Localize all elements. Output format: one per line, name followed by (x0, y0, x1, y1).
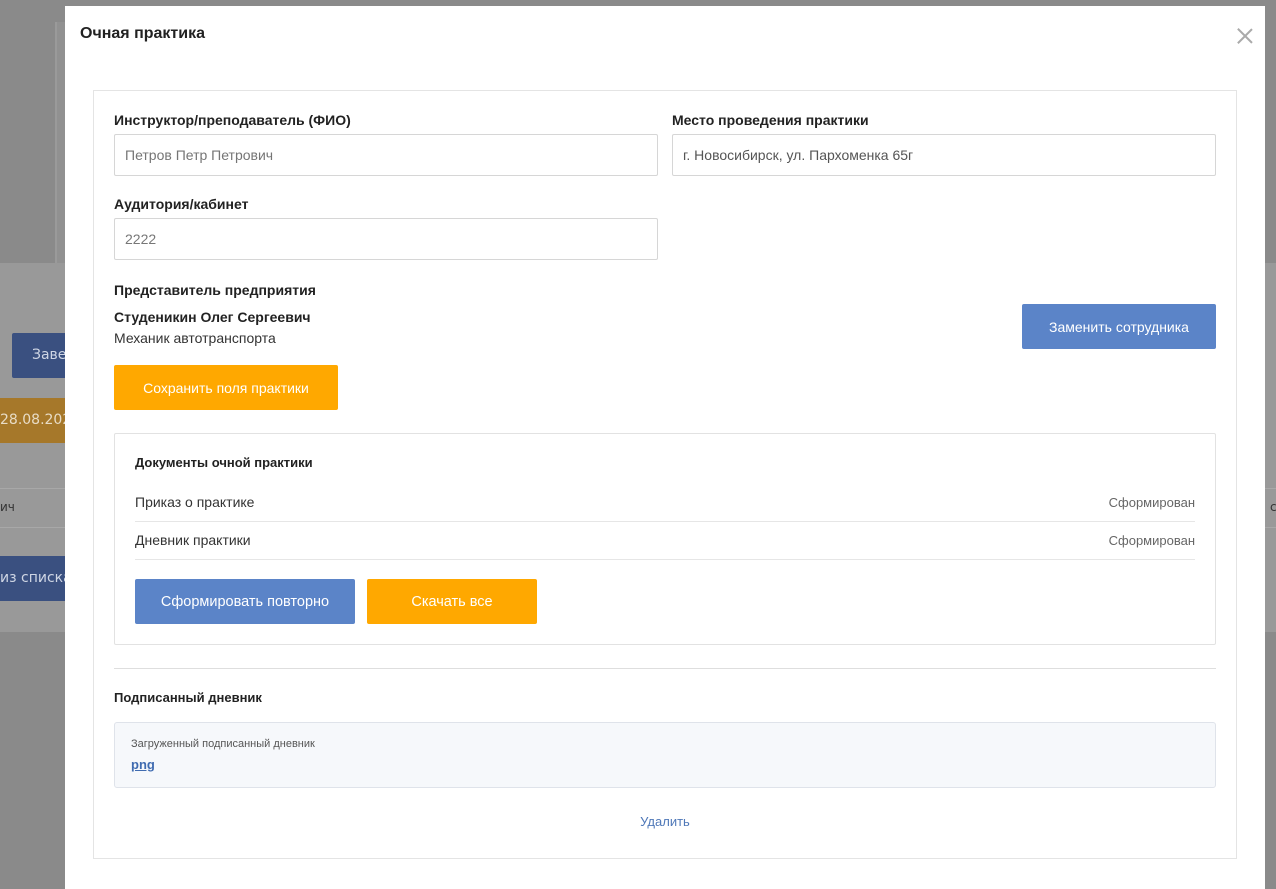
place-label: Место проведения практики (672, 112, 869, 128)
replace-employee-button[interactable]: Заменить сотрудника (1022, 304, 1216, 349)
signed-diary-caption: Загруженный подписанный дневник (131, 738, 315, 750)
representative-name: Студеникин Олег Сергеевич (114, 309, 311, 325)
section-divider (114, 668, 1216, 669)
room-input[interactable]: 2222 (114, 218, 658, 260)
representative-label: Представитель предприятия (114, 282, 316, 298)
document-row: Приказ о практике Сформирован (135, 484, 1195, 522)
signed-diary-file-link[interactable]: png (131, 757, 155, 772)
background-row-text-right: с (1270, 500, 1276, 514)
save-practice-fields-button[interactable]: Сохранить поля практики (114, 365, 338, 410)
close-icon[interactable] (1235, 26, 1255, 46)
signed-diary-box: Загруженный подписанный дневник png (114, 722, 1216, 788)
practice-modal: Очная практика Инструктор/преподаватель … (65, 6, 1265, 889)
regenerate-button[interactable]: Сформировать повторно (135, 579, 355, 624)
document-row: Дневник практики Сформирован (135, 522, 1195, 560)
background-row-text: ич (0, 500, 15, 514)
room-label: Аудитория/кабинет (114, 196, 249, 212)
documents-title: Документы очной практики (135, 455, 313, 470)
practice-form-panel: Инструктор/преподаватель (ФИО) Место про… (93, 90, 1237, 859)
place-input[interactable]: г. Новосибирск, ул. Пархоменка 65г (672, 134, 1216, 176)
documents-section: Документы очной практики Приказ о практи… (114, 433, 1216, 645)
document-status: Сформирован (1108, 533, 1195, 548)
instructor-label: Инструктор/преподаватель (ФИО) (114, 112, 351, 128)
representative-role: Механик автотранспорта (114, 330, 276, 346)
document-status: Сформирован (1108, 495, 1195, 510)
signed-diary-title: Подписанный дневник (114, 690, 262, 705)
download-all-button[interactable]: Скачать все (367, 579, 537, 624)
delete-link[interactable]: Удалить (94, 814, 1236, 829)
document-name: Приказ о практике (135, 494, 255, 510)
document-name: Дневник практики (135, 532, 251, 548)
modal-title: Очная практика (80, 25, 205, 42)
instructor-input[interactable] (114, 134, 658, 176)
